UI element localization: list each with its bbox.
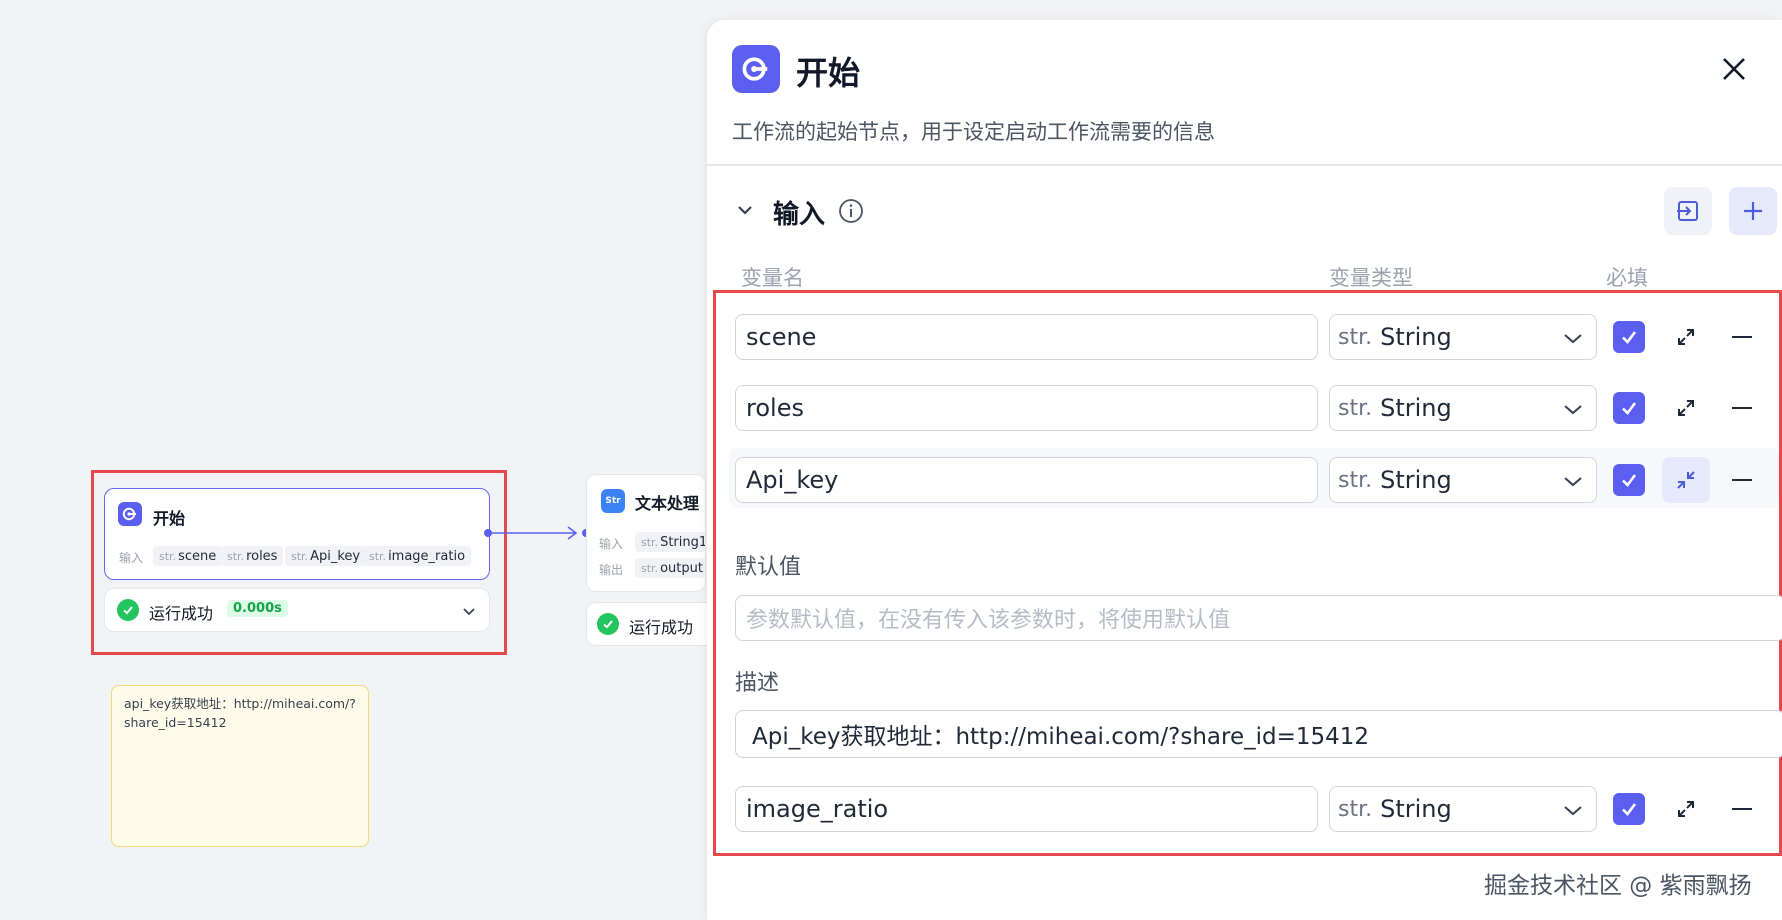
required-checkbox[interactable] xyxy=(1613,464,1645,496)
variable-name-input[interactable]: Api_key xyxy=(735,457,1318,503)
variable-name-input[interactable]: scene xyxy=(735,314,1318,360)
expand-row-button[interactable] xyxy=(1662,314,1710,360)
minus-icon xyxy=(1732,407,1752,409)
required-checkbox[interactable] xyxy=(1613,793,1645,825)
watermark: 掘金技术社区 @ 紫雨飘扬 xyxy=(1484,873,1752,899)
text-node-input-chip: str. String1 xyxy=(635,532,705,552)
collapse-chevron-icon[interactable] xyxy=(735,200,755,220)
remove-variable-button[interactable] xyxy=(1730,325,1754,349)
collapse-row-button[interactable] xyxy=(1662,457,1710,503)
required-checkbox[interactable] xyxy=(1613,392,1645,424)
start-icon xyxy=(118,502,142,526)
success-check-icon xyxy=(597,613,619,635)
info-icon[interactable] xyxy=(838,198,864,224)
description-input[interactable]: Api_key获取地址：http://miheai.com/?share_id=… xyxy=(735,710,1782,758)
minus-icon xyxy=(1732,479,1752,481)
text-node-title: 文本处理 xyxy=(635,494,700,513)
variable-name-input[interactable]: image_ratio xyxy=(735,786,1318,832)
chevron-down-icon xyxy=(1564,405,1582,415)
variable-name-input[interactable]: roles xyxy=(735,385,1318,431)
remove-variable-button[interactable] xyxy=(1730,797,1754,821)
variables-highlight xyxy=(713,290,1782,856)
text-process-node[interactable]: Str 文本处理 输入 str. String1 输出 str. output xyxy=(586,474,706,592)
import-variables-button[interactable] xyxy=(1664,187,1712,235)
start-node-title: 开始 xyxy=(153,509,186,528)
plus-icon xyxy=(1744,202,1762,220)
panel-title: 开始 xyxy=(796,54,861,92)
start-node-input-chip: str. roles xyxy=(221,546,284,566)
start-node-input-chip: str. scene xyxy=(153,546,223,566)
import-icon xyxy=(1677,201,1698,221)
text-node-input-label: 输入 xyxy=(599,537,624,551)
expand-row-button[interactable] xyxy=(1662,385,1710,431)
node-config-panel: 开始 工作流的起始节点，用于设定启动工作流需要的信息 输入 变量名 变量类型 必… xyxy=(707,20,1782,920)
start-node-input-chip: str. image_ratio xyxy=(363,546,472,566)
minus-icon xyxy=(1732,808,1752,810)
note-text: api_key获取地址：http://miheai.com/?share_id=… xyxy=(124,696,356,730)
sticky-note[interactable]: api_key获取地址：http://miheai.com/?share_id=… xyxy=(111,685,369,847)
text-process-icon: Str xyxy=(601,489,625,513)
chevron-down-icon[interactable] xyxy=(461,603,477,619)
chevron-down-icon xyxy=(1564,334,1582,344)
expand-icon xyxy=(1678,400,1694,416)
remove-variable-button[interactable] xyxy=(1730,468,1754,492)
expand-icon xyxy=(1678,329,1694,345)
panel-description: 工作流的起始节点，用于设定启动工作流需要的信息 xyxy=(732,120,1215,144)
column-header-type: 变量类型 xyxy=(1329,266,1413,290)
success-check-icon xyxy=(117,599,139,621)
start-icon xyxy=(732,45,780,93)
variable-type-select[interactable]: str. String xyxy=(1329,457,1597,503)
collapse-icon xyxy=(1677,471,1695,489)
node-connector xyxy=(484,526,590,540)
minus-icon xyxy=(1732,336,1752,338)
description-label: 描述 xyxy=(735,671,780,696)
chevron-down-icon xyxy=(1564,477,1582,487)
start-node-inputs-label: 输入 xyxy=(119,551,144,565)
start-node-input-chip: str. Api_key xyxy=(285,546,367,566)
run-time-badge: 0.000s xyxy=(227,600,288,617)
expand-icon xyxy=(1678,801,1694,817)
text-node-output-label: 输出 xyxy=(599,563,624,577)
add-variable-button[interactable] xyxy=(1729,187,1777,235)
text-node-output-chip: str. output xyxy=(635,558,705,578)
chevron-down-icon xyxy=(1564,806,1582,816)
expand-row-button[interactable] xyxy=(1662,786,1710,832)
inputs-section-title: 输入 xyxy=(773,200,826,230)
default-value-label: 默认值 xyxy=(735,555,802,580)
default-value-input[interactable]: 参数默认值，在没有传入该参数时，将使用默认值 xyxy=(735,595,1782,641)
variable-type-select[interactable]: str. String xyxy=(1329,786,1597,832)
column-header-required: 必填 xyxy=(1606,266,1648,290)
remove-variable-button[interactable] xyxy=(1730,396,1754,420)
divider xyxy=(707,164,1782,166)
run-status-text: 运行成功 xyxy=(149,604,214,623)
close-icon[interactable] xyxy=(1717,52,1751,86)
required-checkbox[interactable] xyxy=(1613,321,1645,353)
start-node[interactable]: 开始 输入 str. scene str. roles str. Api_key st… xyxy=(104,488,490,580)
start-node-run-status[interactable]: 运行成功 0.000s xyxy=(104,588,490,632)
variable-type-select[interactable]: str. String xyxy=(1329,385,1597,431)
column-header-name: 变量名 xyxy=(741,266,804,290)
run-status-text: 运行成功 xyxy=(629,618,694,637)
variable-type-select[interactable]: str. String xyxy=(1329,314,1597,360)
